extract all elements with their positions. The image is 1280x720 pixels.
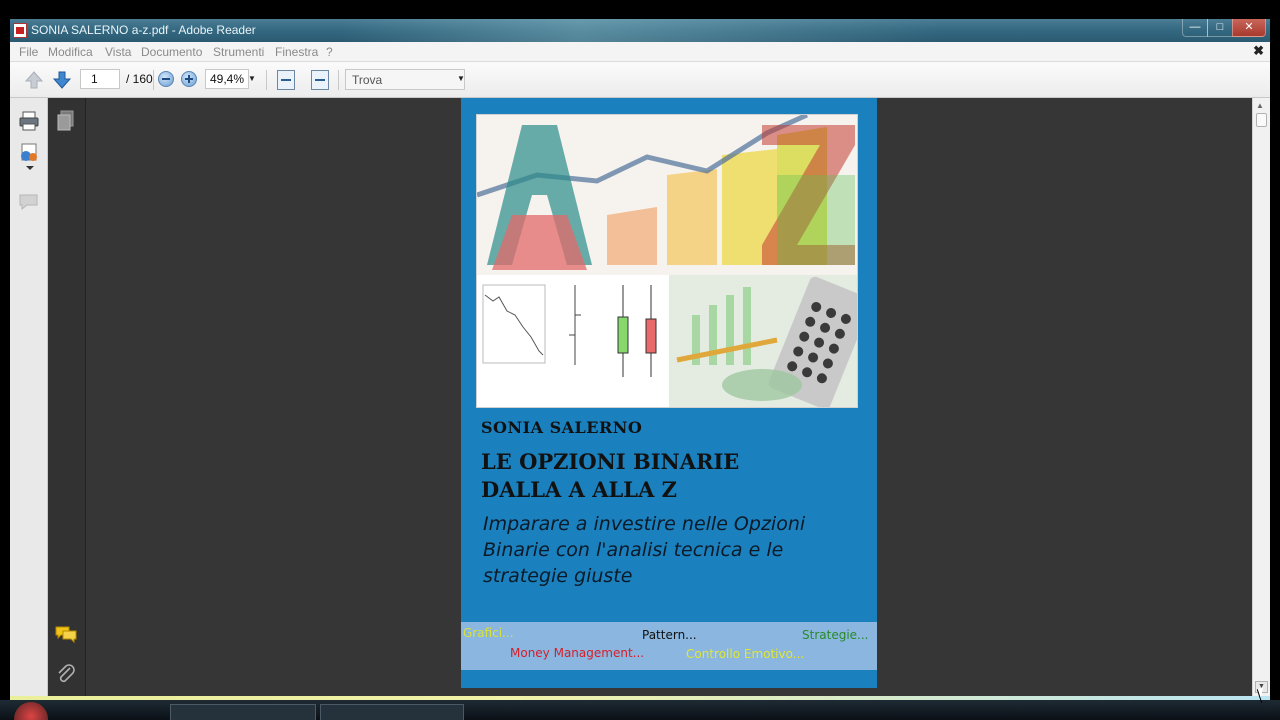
menu-documento[interactable]: Documento — [141, 45, 202, 59]
tag-controllo-emotivo: Controllo Emotivo... — [686, 647, 805, 661]
tag-pattern: Pattern... — [642, 628, 697, 642]
scrollbar-thumb[interactable] — [1256, 113, 1267, 127]
window-title: SONIA SALERNO a-z.pdf - Adobe Reader — [31, 23, 256, 37]
toolbar: 1 / 160 49,4% ▼ Trova ▼ — [10, 62, 1270, 98]
menu-bar: File Modifica Vista Documento Strumenti … — [10, 42, 1270, 62]
tools-panel — [10, 98, 48, 696]
next-page-icon[interactable] — [52, 70, 72, 90]
pdf-file-icon — [13, 23, 27, 38]
zoom-in-icon[interactable] — [181, 71, 197, 87]
page-number-input[interactable]: 1 — [80, 69, 120, 89]
tag-strategie: Strategie... — [802, 628, 869, 642]
vertical-scrollbar[interactable]: ▲ ▼ — [1252, 98, 1270, 696]
minimize-button[interactable]: — — [1182, 19, 1208, 37]
cover-subtitle: Imparare a investire nelle Opzioni Binar… — [483, 511, 853, 589]
toolbar-separator — [153, 70, 154, 90]
menu-strumenti[interactable]: Strumenti — [213, 45, 264, 59]
page-total-label: / 160 — [126, 72, 153, 86]
menu-finestra[interactable]: Finestra — [275, 45, 318, 59]
maximize-button[interactable]: □ — [1207, 19, 1233, 37]
find-dropdown-icon[interactable]: ▼ — [457, 74, 465, 83]
printer-icon[interactable] — [18, 110, 40, 132]
menu-modifica[interactable]: Modifica — [48, 45, 93, 59]
taskbar-button[interactable] — [170, 704, 316, 720]
cover-subtitle-line: Imparare a investire nelle Opzioni — [483, 513, 806, 535]
cover-title-line2: DALLA A ALLA Z — [481, 477, 678, 502]
mouse-cursor — [1257, 687, 1267, 698]
cover-title: LE OPZIONI BINARIE DALLA A ALLA Z — [481, 448, 739, 504]
comments-icon[interactable] — [54, 624, 78, 644]
toolbar-separator — [338, 70, 339, 90]
zoom-out-icon[interactable] — [158, 71, 174, 87]
adobe-reader-window: SONIA SALERNO a-z.pdf - Adobe Reader — □… — [0, 0, 1280, 720]
menu-file[interactable]: File — [19, 45, 38, 59]
pages-icon[interactable] — [56, 110, 76, 132]
cover-subtitle-line: strategie giuste — [483, 565, 633, 587]
close-document-button[interactable]: ✖ — [1253, 43, 1264, 59]
find-input[interactable]: Trova — [345, 69, 465, 90]
tag-grafici: Grafici... — [463, 626, 514, 640]
close-window-button[interactable]: ✕ — [1232, 19, 1266, 37]
cover-author: SONIA SALERNO — [481, 418, 643, 437]
menu-vista[interactable]: Vista — [105, 45, 131, 59]
comment-bubble-icon[interactable] — [17, 192, 43, 212]
scroll-up-icon[interactable]: ▲ — [1256, 101, 1264, 110]
navigation-panel — [48, 98, 86, 696]
previous-page-icon[interactable] — [24, 70, 44, 90]
zoom-dropdown-icon[interactable]: ▼ — [248, 74, 256, 83]
fit-page-icon[interactable] — [311, 70, 329, 90]
taskbar-button[interactable] — [320, 704, 464, 720]
cover-title-line1: LE OPZIONI BINARIE — [481, 449, 740, 474]
fit-width-icon[interactable] — [277, 70, 295, 90]
title-bar: SONIA SALERNO a-z.pdf - Adobe Reader — □… — [10, 19, 1270, 42]
toolbar-separator — [266, 70, 267, 90]
menu-help[interactable]: ? — [326, 45, 333, 59]
tag-money-management: Money Management... — [510, 646, 645, 660]
attachment-icon[interactable] — [55, 664, 77, 686]
zoom-level-input[interactable]: 49,4% — [205, 69, 249, 89]
cover-subtitle-line: Binarie con l'analisi tecnica e le — [483, 539, 784, 561]
share-icon[interactable] — [18, 142, 42, 172]
cover-illustration — [476, 114, 858, 408]
